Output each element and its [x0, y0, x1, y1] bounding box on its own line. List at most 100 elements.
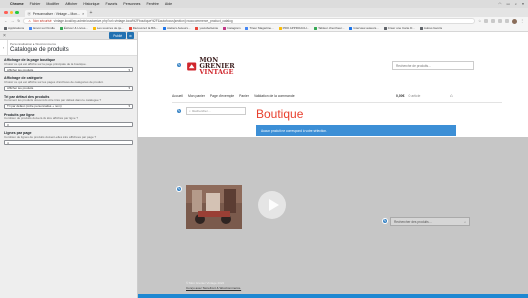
- control-value: Tri par défaut (ordre personnalisé + nom…: [7, 104, 62, 109]
- edit-widget-pen-icon[interactable]: ✎: [382, 218, 388, 224]
- back-icon[interactable]: ←: [4, 19, 8, 23]
- page-title: Boutique: [256, 107, 304, 121]
- close-window-button[interactable]: [4, 10, 8, 14]
- bookmark-star-icon[interactable]: ☆: [478, 19, 481, 23]
- wifi-icon[interactable]: ◠: [498, 2, 501, 6]
- bookmark-item[interactable]: Ateliers Auteurs...: [162, 26, 190, 30]
- zoom-window-button[interactable]: [15, 10, 19, 14]
- menu-modifier[interactable]: Modifier: [46, 2, 59, 6]
- browser-tab[interactable]: ⓦ Personnaliser : Vintage – Mon… ×: [24, 10, 87, 17]
- control-description: Choisir ce qui est affiché sur la page p…: [4, 61, 87, 66]
- nav-item-accueil[interactable]: Accueil: [172, 94, 183, 98]
- menu-fenetre[interactable]: Fenêtre: [146, 2, 158, 6]
- bookmark-item[interactable]: Interview auteurs...: [349, 26, 379, 30]
- publish-button[interactable]: Publié: [109, 32, 127, 39]
- footer-search-input[interactable]: Rechercher des produits… ⌕: [390, 217, 470, 226]
- url-text[interactable]: vintage.local/wp-admin/customize.php?url…: [54, 19, 233, 23]
- extension-icon[interactable]: [484, 19, 489, 23]
- back-button[interactable]: ‹: [0, 40, 8, 56]
- new-tab-button[interactable]: +: [90, 10, 93, 16]
- nav-divider: [172, 102, 502, 103]
- nav-item-mon-panier[interactable]: Mon panier: [188, 94, 205, 98]
- bookmark-icon: [29, 26, 33, 30]
- control-description: Comment les produits doivent-ils être tr…: [4, 98, 102, 103]
- browser-toolbar: ← → ↻ ⚠ Non sécurisé vintage.local/wp-ad…: [0, 17, 528, 25]
- bookmark-icon: [349, 26, 353, 30]
- header-search-placeholder: Recherche de produits…: [396, 63, 432, 68]
- extension-icon[interactable]: [505, 19, 510, 23]
- extension-icon[interactable]: [491, 19, 496, 23]
- customizer-panel: × Publié ⚙ ‹ Personnalisation ▸ WooComme…: [0, 32, 138, 298]
- control-select[interactable]: Tri par défaut (ordre personnalisé + nom…: [4, 103, 133, 109]
- site-logo[interactable]: MON GRENIER VINTAGE: [186, 55, 242, 77]
- bookmark-item[interactable]: Écrivez & Livres...: [59, 26, 88, 30]
- bookmark-label: Découvrez la Bib...: [132, 26, 158, 30]
- logo-line2: VINTAGE: [199, 68, 234, 76]
- footer-credit-link[interactable]: Conçu avec Storefront & WooCommerce.: [186, 286, 241, 290]
- bookmark-label: Instagram: [227, 26, 241, 30]
- address-bar[interactable]: ⚠ Non sécurisé vintage.local/wp-admin/cu…: [23, 18, 476, 24]
- footer-copyright: © Mon Grenier Vintage 2022: [186, 281, 225, 285]
- bookmark-item[interactable]: Applications: [4, 26, 24, 30]
- bookmark-item[interactable]: Créer une Carte D...: [383, 26, 415, 30]
- basket-icon[interactable]: ⌂: [450, 93, 453, 98]
- battery-icon[interactable]: ▭: [506, 2, 509, 6]
- forward-icon[interactable]: →: [11, 19, 15, 23]
- bookmark-item[interactable]: Découvrez la Bib...: [128, 26, 158, 30]
- bookmark-icon: [92, 26, 96, 30]
- nav-item-page-exemple[interactable]: Page d'exemple: [210, 94, 234, 98]
- reload-icon[interactable]: ↻: [17, 19, 20, 23]
- sidebar-search-placeholder: Rechercher…: [192, 109, 211, 113]
- sidebar-search-input[interactable]: ⌕ Rechercher…: [186, 107, 246, 115]
- edit-footer-pen-icon[interactable]: ✎: [176, 186, 182, 192]
- close-icon[interactable]: ×: [3, 33, 6, 39]
- edit-sidebar-pen-icon[interactable]: ✎: [176, 108, 182, 114]
- cart-count: 0 article: [408, 94, 421, 98]
- bookmark-item[interactable]: Envoi sur Kindle: [29, 26, 55, 30]
- spotlight-icon[interactable]: ⌕: [515, 2, 517, 6]
- publish-group: Publié ⚙: [109, 32, 134, 39]
- control-number-input[interactable]: 4: [4, 140, 133, 146]
- control-center-icon[interactable]: ≡: [522, 2, 524, 6]
- bookmark-item[interactable]: Instagram: [223, 26, 240, 30]
- nav-item-validation[interactable]: Validation de la commande: [254, 94, 295, 98]
- control-select[interactable]: Afficher les produits ▾: [4, 67, 133, 73]
- menu-favoris[interactable]: Favoris: [106, 2, 118, 6]
- section-header: ‹ Personnalisation ▸ WooCommerce Catalog…: [0, 40, 137, 56]
- menu-historique[interactable]: Historique: [83, 2, 99, 6]
- edit-logo-pen-icon[interactable]: ✎: [176, 62, 182, 68]
- tab-close-icon[interactable]: ×: [82, 12, 84, 16]
- extension-icon[interactable]: [498, 19, 503, 23]
- bookmark-icon: [195, 26, 199, 30]
- menu-afficher[interactable]: Afficher: [65, 2, 77, 6]
- control-value: 3: [7, 122, 9, 127]
- logo-icon: [187, 62, 197, 70]
- menu-fichier[interactable]: Fichier: [30, 2, 41, 6]
- control-select[interactable]: Afficher les produits ▾: [4, 85, 133, 91]
- bookmark-item[interactable]: PRO APPROACH...: [278, 26, 309, 30]
- customizer-control: Tri par défaut des produits Comment les p…: [4, 95, 133, 109]
- header-search-input[interactable]: Recherche de produits…: [392, 61, 474, 70]
- bookmark-icon: [162, 26, 166, 30]
- play-icon: [268, 199, 279, 211]
- play-button[interactable]: [258, 191, 286, 219]
- bookmark-item[interactable]: youtubeGénie: [195, 26, 218, 30]
- bookmark-item[interactable]: Tableur chercheur...: [314, 26, 344, 30]
- profile-avatar[interactable]: [512, 18, 518, 24]
- control-number-input[interactable]: 3: [4, 122, 133, 128]
- security-label[interactable]: Non sécurisé: [33, 19, 52, 23]
- minimize-window-button[interactable]: [9, 10, 13, 14]
- header-cart[interactable]: 0,00€ 0 article: [396, 94, 420, 98]
- menu-icon[interactable]: ⋮: [520, 19, 524, 23]
- bookmark-item[interactable]: Autres favoris: [419, 26, 442, 30]
- menu-personnes[interactable]: Personnes: [123, 2, 140, 6]
- bookmark-item[interactable]: Trieur Magazine...: [245, 26, 274, 30]
- menu-aide[interactable]: Aide: [165, 2, 172, 6]
- warning-icon[interactable]: ⚠: [28, 19, 31, 23]
- menu-chrome[interactable]: Chrome: [10, 2, 24, 6]
- bookmark-label: Tableur chercheur...: [318, 26, 345, 30]
- bookmark-item[interactable]: Les sources de tje...: [92, 26, 124, 30]
- gear-icon[interactable]: ⚙: [127, 32, 134, 39]
- nav-item-panier[interactable]: Panier: [239, 94, 249, 98]
- footer-search-placeholder: Rechercher des produits…: [394, 219, 432, 224]
